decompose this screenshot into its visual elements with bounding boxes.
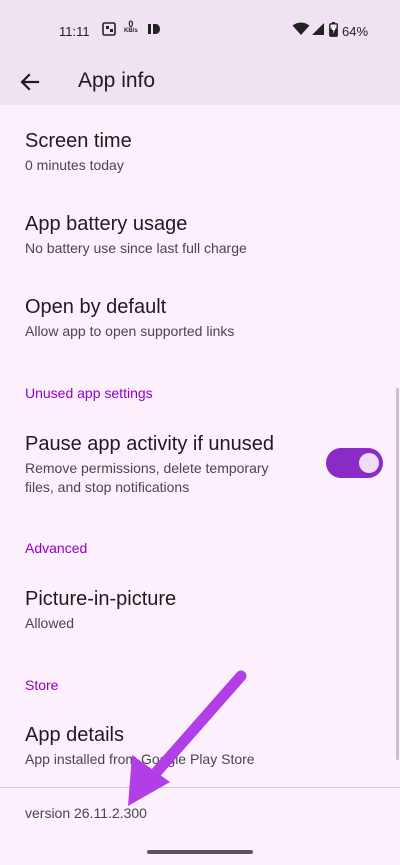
scrollbar[interactable] xyxy=(396,388,399,760)
item-subtitle: Allowed xyxy=(25,615,75,631)
item-title: Pause app activity if unused xyxy=(25,433,275,455)
item-subtitle: No battery use since last full charge xyxy=(25,240,247,256)
navigation-handle[interactable] xyxy=(147,850,253,854)
app-details-item[interactable]: App details App installed from Google Pl… xyxy=(25,722,325,769)
battery-charging-icon xyxy=(329,22,338,37)
open-by-default-item[interactable]: Open by default Allow app to open suppor… xyxy=(25,294,325,341)
item-title: App battery usage xyxy=(25,213,188,235)
app-bar: App info xyxy=(0,60,400,105)
item-title: Screen time xyxy=(25,130,132,152)
data-saver-icon xyxy=(148,24,160,34)
screen-share-icon xyxy=(102,22,116,36)
screen-time-item[interactable]: Screen time 0 minutes today xyxy=(25,128,325,175)
item-subtitle: 0 minutes today xyxy=(25,157,124,173)
item-subtitle: Allow app to open supported links xyxy=(25,323,235,339)
status-bar: 11:11 0 KB/s 64% xyxy=(0,0,400,60)
section-header-advanced: Advanced xyxy=(25,540,88,556)
pause-app-activity-item[interactable]: Pause app activity if unused Remove perm… xyxy=(25,431,300,497)
arrow-back-icon xyxy=(20,73,40,91)
item-title: App details xyxy=(25,724,124,746)
cell-signal-icon xyxy=(312,23,324,35)
pause-app-activity-toggle[interactable] xyxy=(326,448,383,478)
section-header-unused-app-settings: Unused app settings xyxy=(25,385,153,401)
item-subtitle: Remove permissions, delete temporary fil… xyxy=(25,460,269,495)
section-header-store: Store xyxy=(25,677,59,693)
toggle-knob xyxy=(359,453,379,473)
item-title: Open by default xyxy=(25,296,167,318)
app-battery-usage-item[interactable]: App battery usage No battery use since l… xyxy=(25,211,325,258)
divider xyxy=(0,787,400,788)
status-time: 11:11 xyxy=(59,24,90,39)
picture-in-picture-item[interactable]: Picture-in-picture Allowed xyxy=(25,586,325,633)
page-title: App info xyxy=(78,69,156,92)
battery-percent: 64% xyxy=(342,24,369,39)
app-version: version 26.11.2.300 xyxy=(25,805,147,821)
item-subtitle: App installed from Google Play Store xyxy=(25,751,255,767)
item-title: Picture-in-picture xyxy=(25,588,177,610)
wifi-icon xyxy=(292,22,310,35)
network-speed: 0 KB/s xyxy=(124,19,138,35)
back-button[interactable] xyxy=(14,66,46,98)
